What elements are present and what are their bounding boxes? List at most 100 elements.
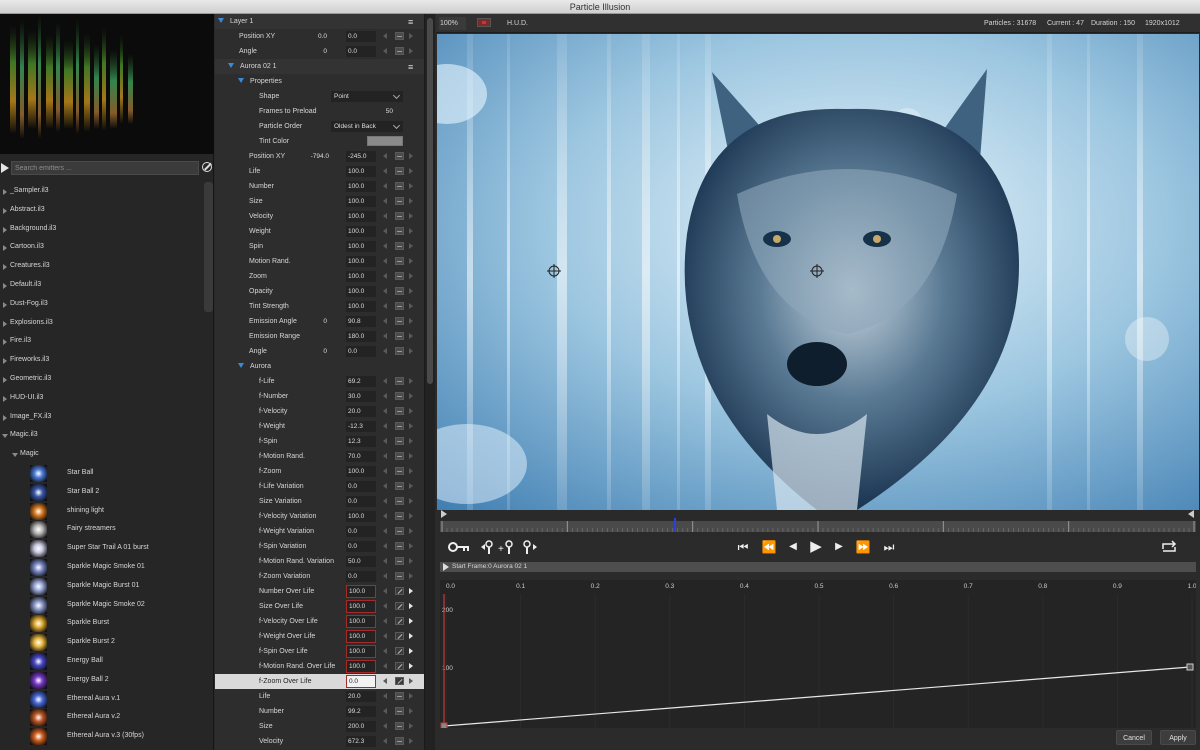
emitter-item[interactable]: shining light xyxy=(0,502,204,521)
prev-key-icon[interactable] xyxy=(480,539,494,555)
prev-keyframe-icon[interactable] xyxy=(383,213,387,219)
next-keyframe-icon[interactable] xyxy=(409,273,413,279)
param-value[interactable]: 100.0 xyxy=(346,196,376,207)
param-value[interactable]: 70.0 xyxy=(346,451,376,462)
collapsed-triangle-icon[interactable] xyxy=(3,189,7,195)
emitter-item[interactable]: Super Star Trail A 01 burst xyxy=(0,539,204,558)
particle-param-row[interactable]: f-Weight Variation 0.0 xyxy=(215,524,424,539)
collapsed-triangle-icon[interactable] xyxy=(3,358,7,365)
layer-header[interactable]: Layer 1 ≡ xyxy=(215,14,424,29)
collapsed-triangle-icon[interactable] xyxy=(3,207,7,214)
tint-color-swatch[interactable] xyxy=(367,136,403,146)
emitter-group-magic[interactable]: Magic xyxy=(0,445,204,464)
next-keyframe-icon[interactable] xyxy=(409,318,413,324)
param-value[interactable]: 100.0 xyxy=(346,226,376,237)
emitter-param-row[interactable]: Spin 100.0 xyxy=(215,239,424,254)
prev-keyframe-icon[interactable] xyxy=(383,318,387,324)
prev-keyframe-icon[interactable] xyxy=(383,738,387,744)
shape-row[interactable]: Shape Point xyxy=(215,89,424,104)
library-item[interactable]: Creatures.il3 xyxy=(0,257,204,276)
hud-toggle[interactable]: H.U.D. xyxy=(507,14,528,33)
emitter-param-row[interactable]: Zoom 100.0 xyxy=(215,269,424,284)
step-forward-icon[interactable]: ▶ xyxy=(832,539,846,555)
param-value[interactable]: 100.0 xyxy=(346,585,376,598)
next-keyframe-icon[interactable] xyxy=(409,483,413,489)
graph-toggle-icon[interactable] xyxy=(395,377,404,385)
next-keyframe-icon[interactable] xyxy=(409,153,413,159)
property-value-x[interactable]: 0.0 xyxy=(297,29,327,44)
particle-param-row[interactable]: f-Spin 12.3 xyxy=(215,434,424,449)
param-value-secondary[interactable]: 0 xyxy=(297,344,327,359)
param-value[interactable]: 200.0 xyxy=(346,721,376,732)
prev-keyframe-icon[interactable] xyxy=(383,273,387,279)
particle-group[interactable]: Aurora xyxy=(215,359,424,374)
collapsed-triangle-icon[interactable] xyxy=(3,395,7,402)
order-row[interactable]: Particle Order Oldest in Back xyxy=(215,119,424,134)
graph-toggle-icon[interactable] xyxy=(395,527,404,535)
property-value-y[interactable]: 0.0 xyxy=(346,46,376,57)
prev-keyframe-icon[interactable] xyxy=(383,693,387,699)
collapsed-triangle-icon[interactable] xyxy=(3,264,7,271)
emitter-header[interactable]: Aurora 02 1 ≡ xyxy=(215,59,424,74)
emitter-item[interactable]: Ethereal Aura v.2 xyxy=(0,708,204,727)
library-item[interactable]: _Sampler.il3 xyxy=(0,182,204,201)
emitter-item[interactable]: Star Ball xyxy=(0,464,204,483)
prev-keyframe-icon[interactable] xyxy=(383,618,387,624)
render-viewport[interactable] xyxy=(437,34,1199,510)
next-keyframe-icon[interactable] xyxy=(409,288,413,294)
play-icon[interactable]: ▶ xyxy=(807,539,825,555)
graph-toggle-icon[interactable] xyxy=(395,572,404,580)
next-keyframe-icon[interactable] xyxy=(409,633,413,639)
collapsed-triangle-icon[interactable] xyxy=(3,301,7,308)
graph-toggle-icon[interactable] xyxy=(395,407,404,415)
fast-forward-icon[interactable]: ⏩ xyxy=(854,539,872,555)
next-keyframe-icon[interactable] xyxy=(409,348,413,354)
graph-toggle-icon[interactable] xyxy=(395,707,404,715)
next-keyframe-icon[interactable] xyxy=(409,198,413,204)
particle-param-row[interactable]: f-Motion Rand. Variation 50.0 xyxy=(215,554,424,569)
graph-toggle-icon[interactable] xyxy=(395,182,404,190)
expanded-triangle-icon[interactable] xyxy=(12,453,18,458)
param-value[interactable]: 100.0 xyxy=(346,511,376,522)
library-item[interactable]: Default.il3 xyxy=(0,276,204,295)
param-value[interactable]: 69.2 xyxy=(346,376,376,387)
prev-keyframe-icon[interactable] xyxy=(383,528,387,534)
curve-keyframe-end[interactable] xyxy=(1186,663,1194,671)
frames-row[interactable]: Frames to Preload 50 xyxy=(215,104,424,119)
emitter-item[interactable]: Star Ball 2 xyxy=(0,483,204,502)
edit-curve-icon[interactable] xyxy=(395,587,404,595)
next-keyframe-icon[interactable] xyxy=(409,648,413,654)
graph-toggle-icon[interactable] xyxy=(395,542,404,550)
prev-keyframe-icon[interactable] xyxy=(383,498,387,504)
position-y-value[interactable]: -245.0 xyxy=(346,151,376,162)
next-keyframe-icon[interactable] xyxy=(409,453,413,459)
prev-keyframe-icon[interactable] xyxy=(383,303,387,309)
emitter-param-row[interactable]: Opacity 100.0 xyxy=(215,284,424,299)
param-value[interactable]: 0.0 xyxy=(346,496,376,507)
next-keyframe-icon[interactable] xyxy=(409,498,413,504)
graph-toggle-icon[interactable] xyxy=(395,467,404,475)
graph-toggle-icon[interactable] xyxy=(395,737,404,745)
next-keyframe-icon[interactable] xyxy=(409,228,413,234)
next-keyframe-icon[interactable] xyxy=(409,468,413,474)
prev-keyframe-icon[interactable] xyxy=(383,48,387,54)
curve-graph[interactable]: 0.0 0.1 0.2 0.3 0.4 0.5 0.6 0.7 0.8 0.9 1.0 200 100 xyxy=(440,580,1197,730)
graph-toggle-icon[interactable] xyxy=(395,392,404,400)
emitter-item[interactable]: Energy Ball 2 xyxy=(0,671,204,690)
prev-keyframe-icon[interactable] xyxy=(383,453,387,459)
graph-toggle-icon[interactable] xyxy=(395,227,404,235)
param-value[interactable]: 672.3 xyxy=(346,736,376,747)
prev-keyframe-icon[interactable] xyxy=(383,708,387,714)
edit-curve-icon[interactable] xyxy=(395,662,404,670)
emitter-item[interactable]: Ethereal Aura v.3 (30fps) xyxy=(0,727,204,746)
emitter-item[interactable]: Sparkle Magic Burst 01 xyxy=(0,577,204,596)
particle-param-row[interactable]: Life 20.0 xyxy=(215,689,424,704)
next-keyframe-icon[interactable] xyxy=(409,378,413,384)
emitter-param-row[interactable]: Weight 100.0 xyxy=(215,224,424,239)
menu-icon[interactable]: ≡ xyxy=(408,15,413,30)
prev-keyframe-icon[interactable] xyxy=(383,588,387,594)
emitter-item[interactable]: Fairy streamers xyxy=(0,520,204,539)
param-value[interactable]: 20.0 xyxy=(346,691,376,702)
collapsed-triangle-icon[interactable] xyxy=(3,414,7,421)
particle-param-row[interactable]: f-Velocity Variation 100.0 xyxy=(215,509,424,524)
